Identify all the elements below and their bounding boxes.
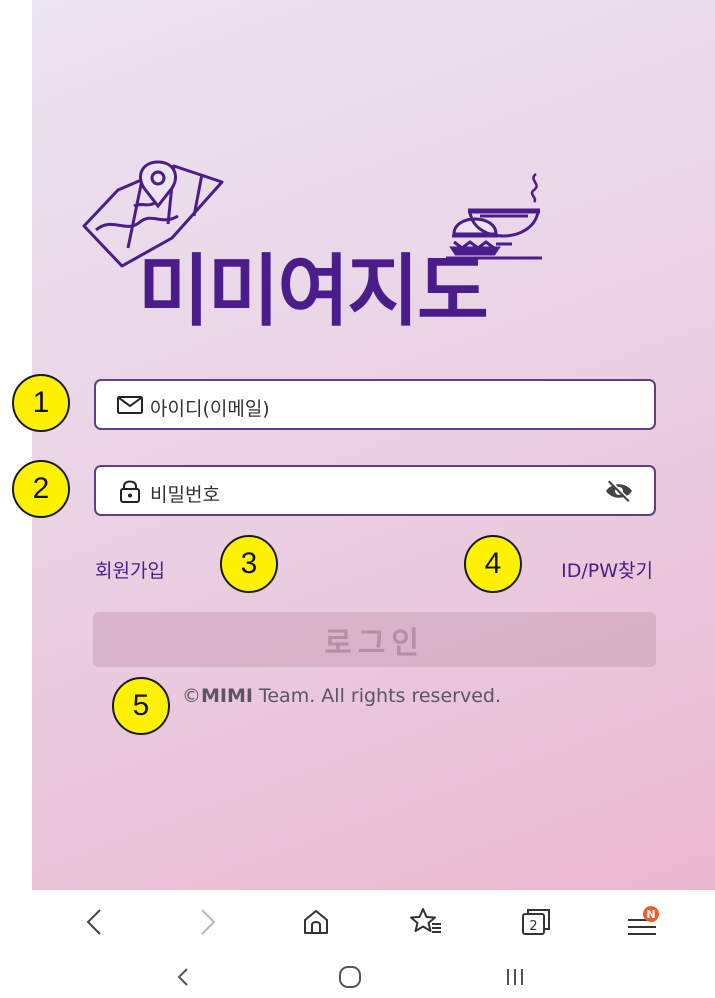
email-placeholder: 아이디(이메일) — [150, 398, 270, 420]
forward-icon[interactable] — [188, 904, 224, 940]
lock-icon — [120, 480, 140, 503]
annotation-marker-4: 4 — [464, 535, 522, 593]
app-title: 미미여지도 — [138, 247, 489, 337]
password-placeholder: 비밀번호 — [150, 484, 220, 506]
menu-icon[interactable]: N — [624, 904, 660, 940]
back-icon[interactable] — [78, 904, 114, 940]
nav-back-icon[interactable] — [168, 962, 198, 992]
signup-link[interactable]: 회원가입 — [95, 556, 165, 583]
svg-text:N: N — [646, 908, 655, 921]
email-field[interactable]: 아이디(이메일) — [94, 379, 656, 430]
browser-toolbar: 2 N — [0, 890, 715, 952]
login-screen — [32, 0, 715, 890]
annotation-marker-5: 5 — [112, 677, 170, 735]
password-field[interactable]: 비밀번호 — [94, 465, 656, 516]
mail-icon — [117, 396, 143, 414]
tabs-icon[interactable]: 2 — [518, 904, 554, 940]
copyright-text: ©MIMI Team. All rights reserved. — [182, 685, 501, 707]
nav-home-icon[interactable] — [333, 960, 367, 994]
system-nav-bar — [0, 952, 715, 998]
home-icon[interactable] — [298, 904, 334, 940]
nav-recents-icon[interactable] — [500, 962, 530, 992]
login-button[interactable]: 로그인 — [93, 612, 656, 667]
hide-password-icon[interactable] — [604, 478, 634, 504]
annotation-marker-1: 1 — [12, 374, 70, 432]
bookmarks-icon[interactable] — [408, 904, 444, 940]
steam-icon — [530, 173, 538, 203]
annotation-marker-3: 3 — [220, 535, 278, 593]
bowl-icon — [468, 208, 540, 246]
svg-text:2: 2 — [529, 919, 537, 934]
annotation-marker-2: 2 — [12, 460, 70, 518]
find-id-pw-link[interactable]: ID/PW찾기 — [561, 556, 653, 583]
